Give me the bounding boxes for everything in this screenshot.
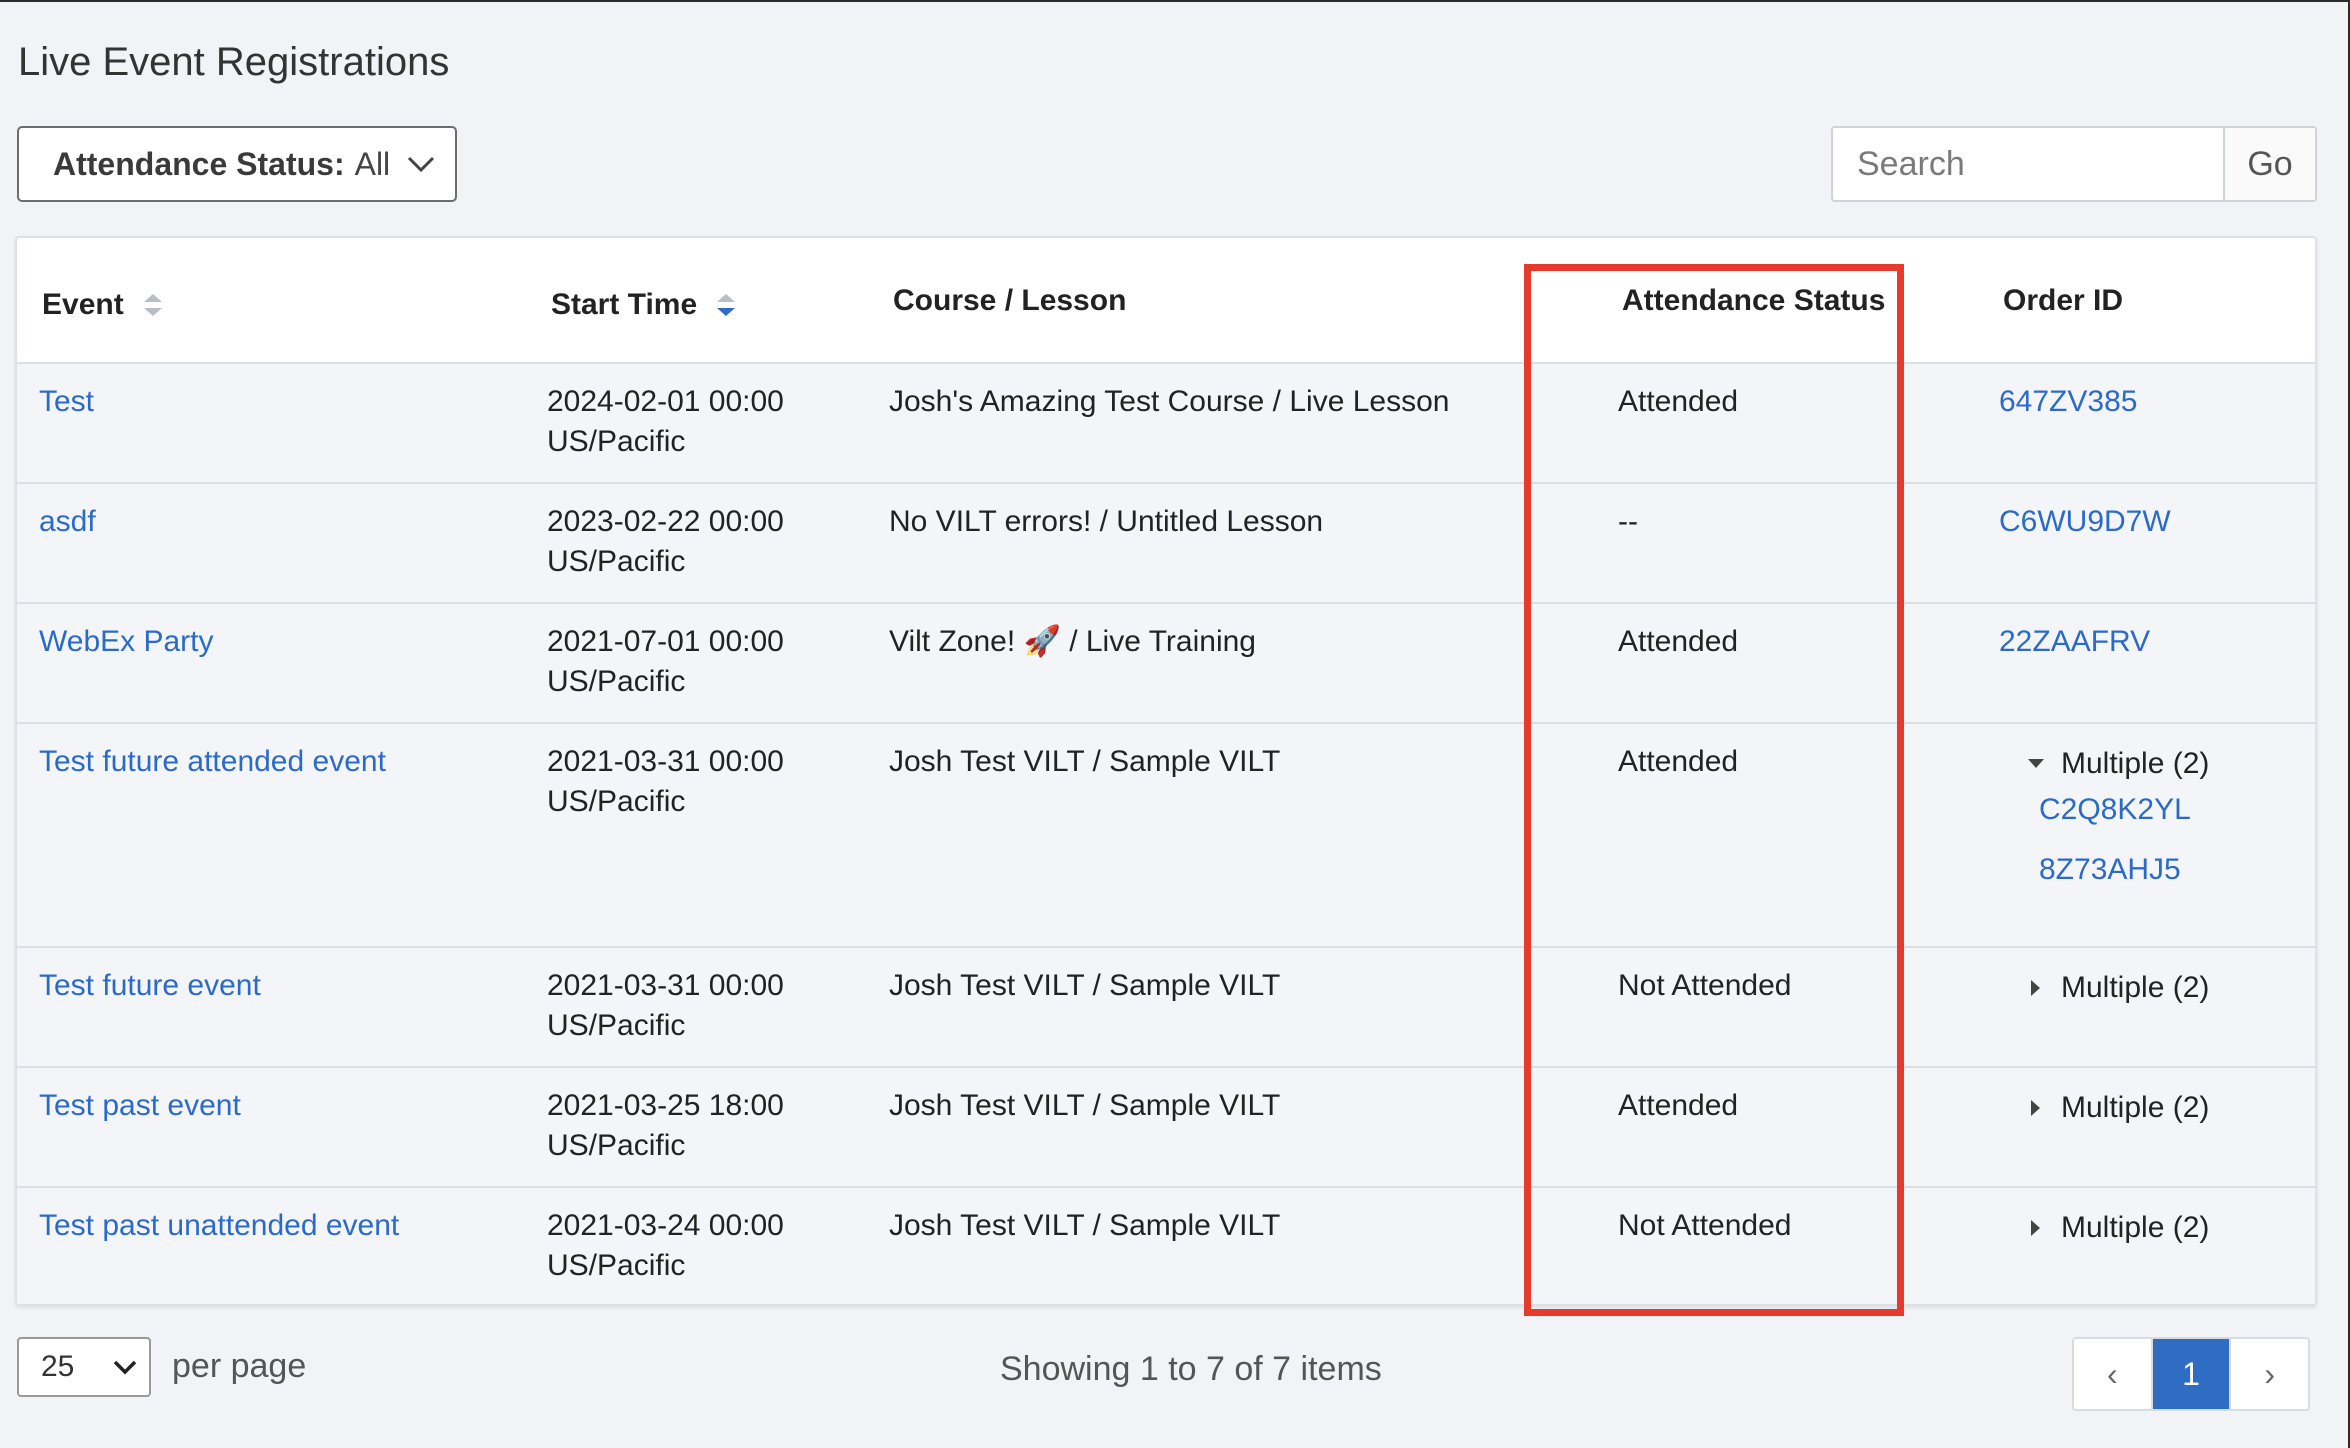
table-row: Test 2024-02-01 00:00 US/Pacific Josh's A… [17, 364, 2315, 484]
start-time: 2023-02-22 00:00 US/Pacific [547, 505, 784, 578]
start-time: 2021-03-25 18:00 US/Pacific [547, 1089, 784, 1162]
event-link[interactable]: Test future attended event [39, 742, 386, 782]
go-button[interactable]: Go [2223, 128, 2315, 200]
order-id-link[interactable]: C2Q8K2YL [2039, 780, 2191, 840]
table-row: Test future attended event 2021-03-31 00… [17, 724, 2315, 948]
chevron-down-icon [408, 156, 435, 173]
multiple-orders-label: Multiple (2) [2061, 1211, 2210, 1244]
attendance-status: Attended [1618, 745, 1739, 778]
event-link[interactable]: WebEx Party [39, 622, 214, 662]
course-lesson: No VILT errors! / Untitled Lesson [889, 505, 1324, 538]
per-page-select[interactable]: 25 [17, 1337, 151, 1397]
start-time: 2021-03-31 00:00 US/Pacific [547, 745, 784, 818]
start-time: 2021-03-24 00:00 US/Pacific [547, 1209, 784, 1282]
sort-descending-icon [717, 294, 736, 316]
column-header-attendance-status: Attendance Status [1622, 284, 1885, 318]
table-header: Event Start Time Course / Lesson Attenda… [17, 238, 2315, 364]
order-id-link[interactable]: C6WU9D7W [1999, 502, 2171, 542]
event-link[interactable]: Test [39, 382, 94, 422]
column-header-course-lesson: Course / Lesson [893, 284, 1126, 318]
attendance-status: -- [1618, 505, 1638, 538]
search-box: Go [1831, 126, 2317, 202]
pagination: ‹ 1 › [2072, 1337, 2310, 1411]
order-id-link[interactable]: 22ZAAFRV [1999, 622, 2150, 662]
order-id-link[interactable]: 647ZV385 [1999, 382, 2137, 422]
event-link[interactable]: Test past unattended event [39, 1206, 399, 1246]
course-lesson: Josh Test VILT / Sample VILT [889, 745, 1281, 778]
showing-count: Showing 1 to 7 of 7 items [1000, 1350, 1382, 1388]
filter-value: All [354, 145, 391, 182]
column-header-label: Start Time [551, 288, 698, 321]
table-row: WebEx Party 2021-07-01 00:00 US/Pacific V… [17, 604, 2315, 724]
course-lesson: Josh's Amazing Test Course / Live Lesson [889, 385, 1450, 418]
per-page-label: per page [172, 1347, 307, 1385]
caret-down-icon [2028, 759, 2044, 768]
table-row: asdf 2023-02-22 00:00 US/Pacific No VILT … [17, 484, 2315, 604]
course-lesson: Josh Test VILT / Sample VILT [889, 1209, 1281, 1242]
filter-label: Attendance Status: [53, 145, 345, 182]
start-time: 2024-02-01 00:00 US/Pacific [547, 385, 784, 458]
prev-page-button[interactable]: ‹ [2074, 1339, 2151, 1409]
attendance-status: Attended [1618, 1089, 1739, 1122]
attendance-status-filter[interactable]: Attendance Status: All [17, 126, 457, 202]
column-header-order-id: Order ID [2003, 284, 2123, 318]
start-time: 2021-03-31 00:00 US/Pacific [547, 969, 784, 1042]
multiple-orders-toggle[interactable]: Multiple (2) [2027, 1088, 2209, 1128]
attendance-status: Not Attended [1618, 969, 1792, 1002]
search-input[interactable] [1833, 128, 2223, 200]
course-lesson: Josh Test VILT / Sample VILT [889, 1089, 1281, 1122]
attendance-status: Attended [1618, 625, 1739, 658]
event-link[interactable]: Test future event [39, 966, 261, 1006]
column-header-label: Event [42, 288, 124, 321]
multiple-orders-label: Multiple (2) [2061, 971, 2210, 1004]
course-lesson: Josh Test VILT / Sample VILT [889, 969, 1281, 1002]
sort-icon [143, 294, 162, 316]
multiple-orders-toggle[interactable]: Multiple (2) [2027, 968, 2209, 1008]
order-id-link[interactable]: 8Z73AHJ5 [2039, 840, 2191, 900]
chevron-down-icon [113, 1360, 137, 1375]
column-header-event[interactable]: Event [42, 288, 164, 322]
order-id-list: C2Q8K2YL 8Z73AHJ5 [2039, 780, 2191, 900]
event-link[interactable]: asdf [39, 502, 96, 542]
attendance-status: Attended [1618, 385, 1739, 418]
attendance-status: Not Attended [1618, 1209, 1792, 1242]
next-page-button[interactable]: › [2229, 1339, 2308, 1409]
table-row: Test future event 2021-03-31 00:00 US/Pac… [17, 948, 2315, 1068]
column-header-label: Attendance Status [1622, 284, 1886, 317]
registrations-table: Event Start Time Course / Lesson Attenda… [15, 236, 2317, 1306]
course-lesson: Vilt Zone! 🚀 / Live Training [889, 625, 1256, 658]
per-page-value: 25 [41, 1350, 75, 1383]
caret-right-icon [2031, 980, 2040, 996]
page-1-button[interactable]: 1 [2150, 1339, 2230, 1409]
caret-right-icon [2031, 1220, 2040, 1236]
column-header-label: Order ID [2003, 284, 2124, 317]
multiple-orders-toggle[interactable]: Multiple (2) [2027, 744, 2209, 784]
event-link[interactable]: Test past event [39, 1086, 241, 1126]
column-header-start-time[interactable]: Start Time [551, 288, 737, 322]
multiple-orders-label: Multiple (2) [2061, 1091, 2210, 1124]
table-row: Test past event 2021-03-25 18:00 US/Pacif… [17, 1068, 2315, 1188]
page-title: Live Event Registrations [18, 40, 450, 84]
start-time: 2021-07-01 00:00 US/Pacific [547, 625, 784, 698]
multiple-orders-toggle[interactable]: Multiple (2) [2027, 1208, 2209, 1248]
table-row: Test past unattended event 2021-03-24 00… [17, 1188, 2315, 1304]
multiple-orders-label: Multiple (2) [2061, 747, 2210, 780]
column-header-label: Course / Lesson [893, 284, 1127, 317]
caret-right-icon [2031, 1100, 2040, 1116]
